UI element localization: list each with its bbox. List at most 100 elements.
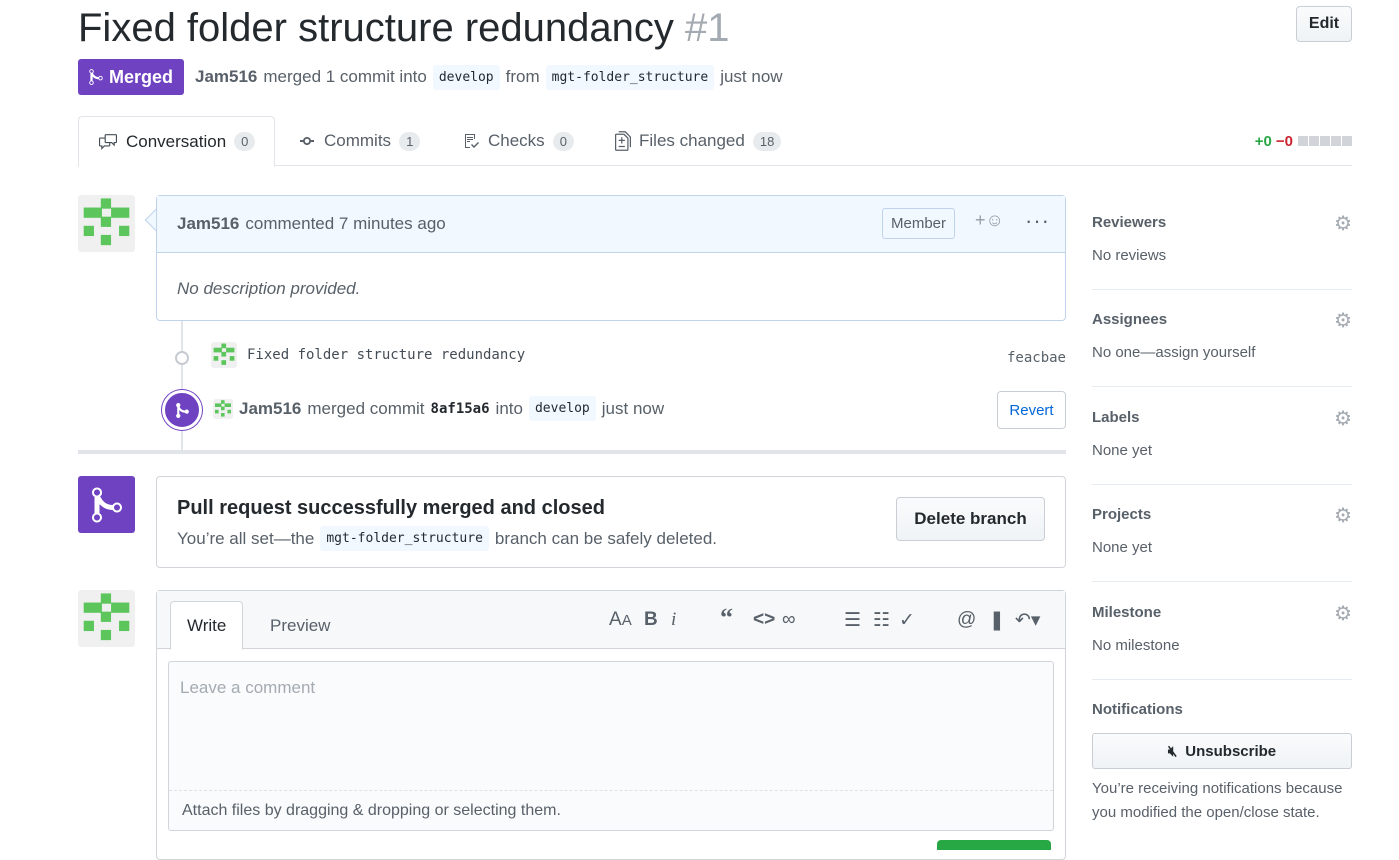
new-comment-header: Write Preview AA B i “ <> ∞ ☰ ☷ ✓ @ ❚ ↶▾	[157, 591, 1065, 650]
tab-checks[interactable]: Checks 0	[462, 116, 574, 166]
gear-icon[interactable]: ⚙	[1334, 406, 1352, 431]
base-branch[interactable]: develop	[432, 64, 500, 90]
commit-row: Fixed folder structure redundancy	[211, 342, 525, 368]
identicon	[213, 343, 235, 365]
gear-icon[interactable]: ⚙	[1334, 503, 1352, 528]
comment-icon	[99, 133, 117, 150]
notifications-title: Notifications	[1092, 701, 1183, 718]
member-label: Member	[882, 208, 956, 239]
smiley-icon[interactable]: +☺	[975, 210, 1004, 231]
identicon	[83, 593, 130, 641]
tab-conversation-label: Conversation	[126, 131, 227, 151]
avatar[interactable]	[213, 398, 233, 419]
commit-message[interactable]: Fixed folder structure redundancy	[247, 347, 525, 363]
tab-conversation-count: 0	[234, 132, 256, 151]
unsubscribe-label: Unsubscribe	[1185, 742, 1277, 760]
pr-author-link[interactable]: Jam516	[195, 67, 257, 87]
merge-sha[interactable]: 8af15a6	[431, 401, 490, 417]
commit-sha[interactable]: feacbae	[1007, 350, 1066, 366]
tab-write[interactable]: Write	[170, 601, 244, 650]
quote-icon[interactable]: “	[720, 603, 733, 633]
pr-meta: Jam516 merged 1 commit into develop from…	[195, 60, 783, 94]
revert-button[interactable]: Revert	[997, 391, 1066, 429]
bookmark-icon[interactable]: ❚	[989, 609, 1005, 632]
tab-files-changed-count: 18	[752, 131, 782, 151]
tab-files-changed[interactable]: Files changed 18	[615, 116, 782, 166]
projects-title[interactable]: Projects	[1092, 506, 1352, 523]
code-icon[interactable]: <>	[753, 609, 775, 631]
gear-icon[interactable]: ⚙	[1334, 211, 1352, 236]
comment-author[interactable]: Jam516	[177, 214, 239, 234]
merged-status-icon	[78, 476, 135, 533]
unsubscribe-button[interactable]: 🔇︎ Unsubscribe	[1092, 733, 1352, 769]
reply-icon[interactable]: ↶▾	[1015, 609, 1040, 632]
pr-tabs: Conversation 0 Commits 1 Checks 0 Files …	[78, 116, 1352, 167]
tab-files-changed-label: Files changed	[639, 131, 745, 150]
italic-icon[interactable]: i	[671, 609, 676, 631]
delete-branch-button[interactable]: Delete branch	[896, 497, 1045, 541]
assignees-value[interactable]: No one—assign yourself	[1092, 344, 1352, 361]
new-comment-box: Write Preview AA B i “ <> ∞ ☰ ☷ ✓ @ ❚ ↶▾…	[156, 590, 1066, 860]
milestone-title[interactable]: Milestone	[1092, 604, 1352, 621]
merge-event: Jam516 merged commit 8af15a6 into develo…	[213, 396, 664, 421]
diffstat-additions: +0	[1254, 133, 1272, 150]
ordered-list-icon[interactable]: ☷	[873, 609, 890, 632]
checks-icon	[465, 134, 479, 148]
reviewers-title[interactable]: Reviewers	[1092, 214, 1352, 231]
commit-icon	[300, 137, 314, 145]
avatar[interactable]	[211, 342, 237, 368]
git-merge-icon	[175, 402, 189, 418]
pr-number: #1	[684, 6, 730, 50]
labels-value: None yet	[1092, 442, 1153, 459]
merge-into: into	[495, 398, 523, 418]
sidebar-projects: Projects ⚙ None yet	[1092, 503, 1352, 582]
merged-sub-before: You’re all set—the	[177, 528, 315, 548]
commit-icon	[175, 351, 189, 365]
timeline-end	[78, 450, 1066, 454]
comment-submit-button[interactable]	[937, 840, 1051, 850]
sidebar-assignees: Assignees ⚙ No one—assign yourself	[1092, 308, 1352, 387]
assignees-title[interactable]: Assignees	[1092, 311, 1352, 328]
gear-icon[interactable]: ⚙	[1334, 601, 1352, 626]
projects-value: None yet	[1092, 539, 1153, 556]
task-list-icon[interactable]: ✓	[899, 609, 915, 632]
tab-checks-label: Checks	[488, 131, 545, 150]
edit-button[interactable]: Edit	[1296, 6, 1352, 42]
diffstat: +0 −0	[1255, 133, 1352, 150]
bold-icon[interactable]: B	[644, 609, 658, 631]
tab-preview[interactable]: Preview	[254, 601, 346, 650]
avatar[interactable]	[78, 195, 135, 252]
diffstat-bar	[1297, 133, 1352, 150]
comment-textarea[interactable]	[169, 662, 1053, 790]
sidebar-labels: Labels ⚙ None yet	[1092, 406, 1352, 485]
pr-from-text: from	[505, 67, 540, 86]
tab-commits-count: 1	[399, 131, 421, 151]
kebab-icon[interactable]: ···	[1025, 208, 1050, 234]
reviewers-value: No reviews	[1092, 247, 1167, 264]
labels-title[interactable]: Labels	[1092, 409, 1352, 426]
attach-files[interactable]: Attach files by dragging & dropping or s…	[169, 790, 1053, 830]
git-merge-icon	[91, 486, 122, 522]
text-size-icon[interactable]: AA	[609, 609, 632, 631]
mention-icon[interactable]: @	[957, 609, 976, 631]
avatar[interactable]	[78, 590, 135, 647]
tab-conversation[interactable]: Conversation 0	[78, 116, 276, 167]
tab-commits[interactable]: Commits 1	[298, 116, 421, 166]
unordered-list-icon[interactable]: ☰	[844, 609, 861, 632]
timeline-line	[181, 321, 183, 451]
notifications-text: You’re receiving notifications because y…	[1092, 780, 1343, 821]
comment-action[interactable]: commented 7 minutes ago	[245, 214, 445, 234]
head-branch[interactable]: mgt-folder_structure	[545, 64, 715, 90]
merged-badge: Merged	[78, 59, 184, 95]
file-diff-icon	[615, 131, 631, 151]
link-icon[interactable]: ∞	[782, 609, 796, 631]
merged-branch[interactable]: mgt-folder_structure	[320, 526, 489, 551]
merge-branch[interactable]: develop	[528, 396, 596, 421]
pr-title: Fixed folder structure redundancy #1	[78, 4, 729, 52]
sidebar-milestone: Milestone ⚙ No milestone	[1092, 601, 1352, 680]
identicon	[215, 399, 231, 417]
mute-icon: 🔇︎	[1167, 742, 1178, 760]
gear-icon[interactable]: ⚙	[1334, 308, 1352, 333]
merge-author[interactable]: Jam516	[239, 399, 301, 419]
comment-box: Jam516 commented 7 minutes ago Member +☺…	[156, 195, 1066, 321]
